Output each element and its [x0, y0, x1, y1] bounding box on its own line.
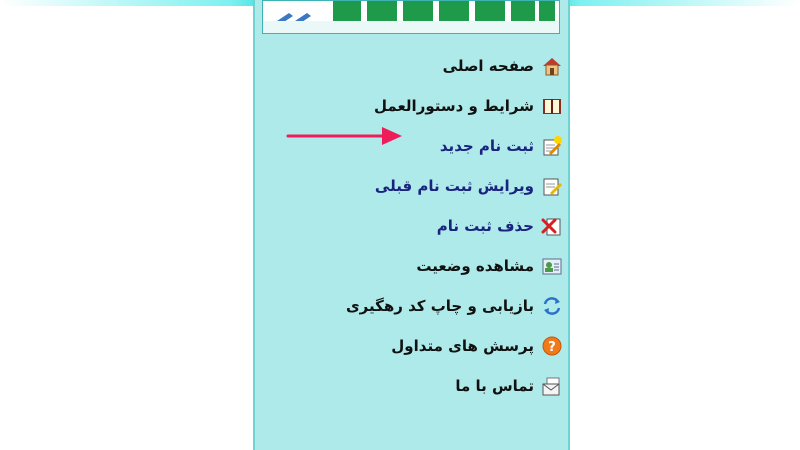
main-menu: صفحه اصلی شرایط و دستورالعمل ثبت نام جدی	[270, 46, 564, 406]
svg-text:?: ?	[548, 340, 556, 355]
menu-item-label: صفحه اصلی	[442, 57, 534, 75]
envelope-icon	[540, 374, 564, 398]
menu-item-edit-registration[interactable]: ویرایش ثبت نام قبلی	[270, 166, 564, 206]
menu-item-label: حذف ثبت نام	[436, 217, 534, 235]
book-icon	[540, 94, 564, 118]
edit-icon	[540, 174, 564, 198]
pointer-arrow	[286, 127, 402, 145]
menu-item-label: مشاهده وضعیت	[416, 257, 534, 275]
menu-item-view-status[interactable]: مشاهده وضعیت	[270, 246, 564, 286]
menu-item-label: بازیابی و چاپ کد رهگیری	[345, 297, 534, 315]
menu-item-home[interactable]: صفحه اصلی	[270, 46, 564, 86]
refresh-icon	[540, 294, 564, 318]
menu-item-faq[interactable]: ? پرسش های متداول	[270, 326, 564, 366]
menu-item-delete-registration[interactable]: حذف ثبت نام	[270, 206, 564, 246]
header-banner	[262, 0, 560, 34]
new-registration-icon	[540, 134, 564, 158]
menu-item-label: ویرایش ثبت نام قبلی	[374, 177, 534, 195]
delete-icon	[540, 214, 564, 238]
status-card-icon	[540, 254, 564, 278]
menu-item-label: شرایط و دستورالعمل	[374, 97, 534, 115]
menu-item-terms[interactable]: شرایط و دستورالعمل	[270, 86, 564, 126]
home-icon	[540, 54, 564, 78]
menu-item-label: پرسش های متداول	[391, 337, 534, 355]
menu-item-label: تماس با ما	[455, 377, 534, 395]
menu-item-label: ثبت نام جدید	[439, 137, 534, 155]
question-icon: ?	[540, 334, 564, 358]
menu-item-retrieve-tracking-code[interactable]: بازیابی و چاپ کد رهگیری	[270, 286, 564, 326]
menu-item-contact-us[interactable]: تماس با ما	[270, 366, 564, 406]
banner-graphic	[263, 1, 559, 33]
